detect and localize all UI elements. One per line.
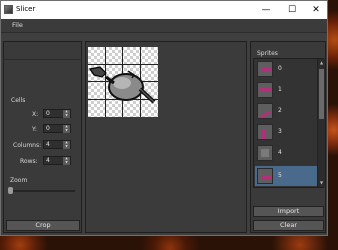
sprite-label: 4 xyxy=(278,149,282,156)
minimize-button[interactable]: — xyxy=(255,1,277,19)
sprite-item-0[interactable]: 0 xyxy=(255,59,317,79)
sprite-item-3[interactable]: 3 xyxy=(255,122,317,142)
settings-panel xyxy=(3,41,82,233)
menu-bar: File xyxy=(1,19,327,33)
sprite-image xyxy=(89,66,156,104)
maximize-button[interactable]: ☐ xyxy=(281,1,303,19)
rows-input[interactable]: 4 ▲ ▼ xyxy=(43,156,71,165)
sprite-item-5[interactable]: 5 xyxy=(255,166,317,186)
title-bar: Slicer — ☐ ✕ xyxy=(1,1,327,19)
x-value: 0 xyxy=(46,110,50,117)
sprite-item-1[interactable]: 1 xyxy=(255,80,317,100)
sprite-label: 3 xyxy=(278,128,282,135)
close-button[interactable]: ✕ xyxy=(305,1,327,19)
zoom-slider-track[interactable] xyxy=(9,190,75,192)
slicer-window: Slicer — ☐ ✕ File Cells X: 0 ▲ ▼ Y: 0 ▲ … xyxy=(0,0,328,236)
crop-button[interactable]: Crop xyxy=(6,220,80,231)
sprite-thumbnail xyxy=(257,145,273,161)
columns-input[interactable]: 4 ▲ ▼ xyxy=(43,140,71,149)
sprite-thumbnail xyxy=(257,124,273,140)
y-value: 0 xyxy=(46,125,50,132)
app-icon xyxy=(4,5,13,14)
clear-button[interactable]: Clear xyxy=(253,220,324,231)
sprites-heading: Sprites xyxy=(257,50,278,57)
scroll-down-arrow-icon[interactable]: ▼ xyxy=(319,180,324,185)
x-input[interactable]: 0 ▲ ▼ xyxy=(43,109,71,118)
sprite-thumbnail xyxy=(257,82,273,98)
scrollbar-thumb[interactable] xyxy=(319,69,324,119)
sprite-list-scrollbar[interactable]: ▲ ▼ xyxy=(317,59,325,187)
scroll-up-arrow-icon[interactable]: ▲ xyxy=(319,60,324,65)
sprite-thumbnail xyxy=(257,103,273,119)
x-down-arrow-icon[interactable]: ▼ xyxy=(63,113,70,118)
rows-label: Rows: xyxy=(20,158,38,165)
y-label: Y: xyxy=(32,126,37,133)
sprite-thumbnail xyxy=(257,61,273,77)
import-button[interactable]: Import xyxy=(253,206,324,217)
y-down-arrow-icon[interactable]: ▼ xyxy=(63,128,70,133)
columns-label: Columns: xyxy=(13,142,42,149)
window-title: Slicer xyxy=(16,5,36,13)
y-input[interactable]: 0 ▲ ▼ xyxy=(43,124,71,133)
sprite-thumbnail xyxy=(257,168,273,184)
rows-value: 4 xyxy=(46,157,50,164)
cells-heading: Cells xyxy=(11,97,26,104)
menu-file[interactable]: File xyxy=(12,21,23,29)
rows-down-arrow-icon[interactable]: ▼ xyxy=(63,160,70,165)
sprite-label: 0 xyxy=(278,65,282,72)
columns-value: 4 xyxy=(46,141,50,148)
x-label: X: xyxy=(32,111,39,118)
sprite-item-2[interactable]: 2 xyxy=(255,101,317,121)
zoom-slider-handle[interactable] xyxy=(8,187,13,194)
sprite-label: 5 xyxy=(278,172,282,179)
sprite-label: 2 xyxy=(278,107,282,114)
zoom-heading: Zoom xyxy=(10,177,28,184)
sprite-label: 1 xyxy=(278,86,282,93)
sprite-item-4[interactable]: 4 xyxy=(255,143,317,163)
columns-down-arrow-icon[interactable]: ▼ xyxy=(63,144,70,149)
panel-divider xyxy=(3,59,82,60)
